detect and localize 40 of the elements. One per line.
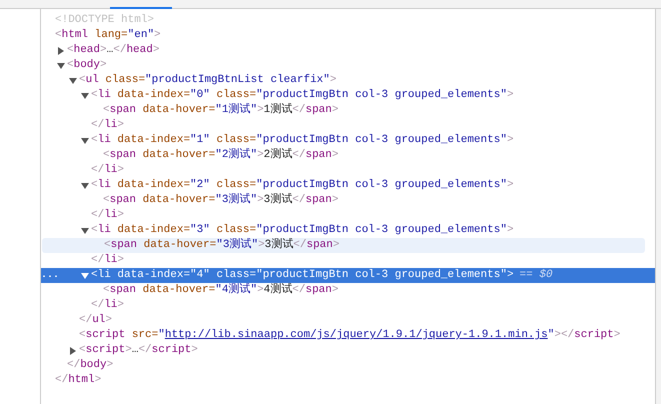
element-tag-text[interactable]: <li data-index="3" class="productImgBtn col-3 grouped_elements">: [91, 223, 514, 238]
element-tag-text[interactable]: <span data-hover="3测试">3测试</span>: [103, 193, 338, 208]
triangle-right-icon[interactable]: [69, 346, 77, 354]
active-tab-indicator: [110, 7, 172, 9]
element-tag-text[interactable]: <li data-index="0" class="productImgBtn col-3 grouped_elements">: [91, 88, 514, 103]
element-tag-text[interactable]: <span data-hover="3测试">3测试</span>: [104, 238, 340, 253]
triangle-down-icon[interactable]: [81, 226, 89, 234]
triangle-down-icon[interactable]: [81, 136, 89, 144]
triangle-down-icon[interactable]: [57, 62, 65, 70]
element-tag-text[interactable]: </li>: [91, 298, 124, 313]
element-tag-text[interactable]: <li data-index="4" class="productImgBtn col-3 grouped_elements">: [91, 268, 514, 283]
element-tag-text[interactable]: <script>…</script>: [79, 343, 198, 358]
element-tag-text[interactable]: <span data-hover="1测试">1测试</span>: [103, 103, 338, 118]
element-tag-text[interactable]: <ul class="productImgBtnList clearfix">: [79, 73, 336, 88]
element-tag-text[interactable]: <span data-hover="2测试">2测试</span>: [103, 148, 338, 163]
element-tag-text[interactable]: </li>: [91, 163, 124, 178]
selected-dom-row[interactable]: ... <li data-index="4" class="productImgBtn col-3 grouped_elements"> == $0: [41, 268, 655, 283]
element-tag-text[interactable]: <body>: [67, 58, 107, 73]
triangle-down-icon[interactable]: [81, 272, 89, 280]
element-tag-text[interactable]: </li>: [91, 118, 124, 133]
element-tag-text[interactable]: </li>: [91, 253, 124, 268]
element-tag-text[interactable]: </ul>: [79, 313, 112, 328]
element-tag-text[interactable]: <li data-index="2" class="productImgBtn col-3 grouped_elements">: [91, 178, 514, 193]
doctype-text: <!DOCTYPE html>: [55, 13, 154, 28]
element-tag-text[interactable]: <li data-index="1" class="productImgBtn col-3 grouped_elements">: [91, 133, 514, 148]
more-actions-icon[interactable]: ...: [41, 268, 55, 283]
selected-node-marker-text: == $0: [520, 268, 553, 283]
script-src-link[interactable]: http://lib.sinaapp.com/js/jquery/1.9.1/jquery-1.9.1.min.js: [164, 329, 548, 341]
element-tag-text[interactable]: <html lang="en">: [55, 28, 161, 43]
element-tag-text[interactable]: <head>…</head>: [67, 43, 160, 58]
element-tag-text[interactable]: </li>: [91, 208, 124, 223]
element-tag-text[interactable]: </html>: [55, 373, 102, 388]
triangle-down-icon[interactable]: [81, 92, 89, 100]
triangle-down-icon[interactable]: [69, 76, 77, 84]
element-tag-text[interactable]: <span data-hover="4测试">4测试</span>: [103, 283, 338, 298]
triangle-down-icon[interactable]: [81, 182, 89, 190]
hovered-dom-row[interactable]: <span data-hover="3测试">3测试</span>: [42, 238, 645, 253]
element-tag-text[interactable]: <script src="http://lib.sinaapp.com/js/jquery/1.9.1/jquery-1.9.1.min.js"></script>: [79, 328, 620, 343]
element-tag-text[interactable]: </body>: [67, 358, 114, 373]
triangle-right-icon[interactable]: [57, 46, 65, 54]
